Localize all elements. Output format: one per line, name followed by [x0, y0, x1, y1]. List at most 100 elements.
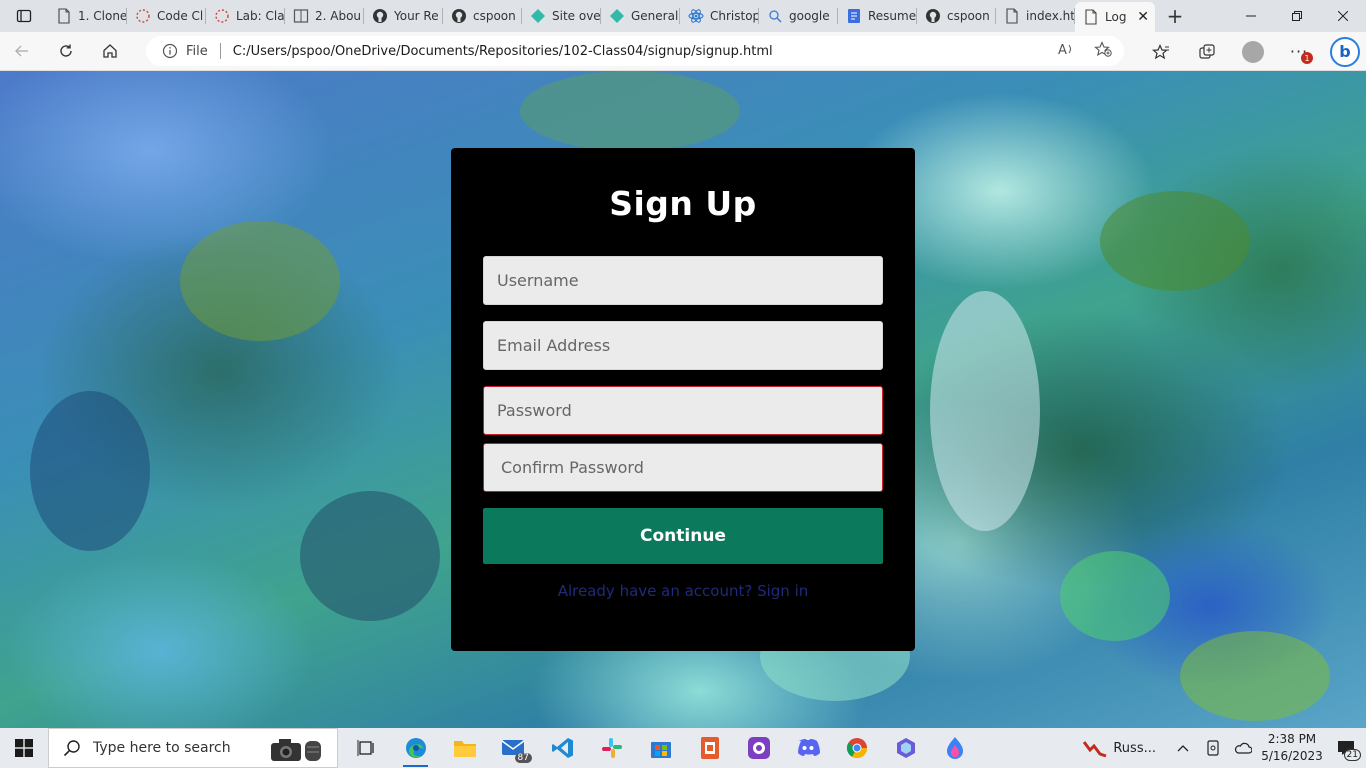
site-info-button[interactable]: File	[162, 43, 208, 59]
taskbar-mail[interactable]: 87	[489, 728, 538, 768]
star-plus-icon	[1094, 41, 1112, 57]
new-tab-button[interactable]: +	[1155, 0, 1195, 32]
start-button[interactable]	[0, 728, 48, 768]
tab-actions-button[interactable]	[0, 0, 48, 32]
url-scheme-label: File	[186, 43, 208, 59]
password-input[interactable]	[483, 386, 883, 435]
taskbar-app-flame[interactable]	[930, 728, 979, 768]
tab-label: google	[789, 9, 830, 23]
bing-chat-button[interactable]: b	[1322, 32, 1366, 71]
refresh-button[interactable]	[44, 32, 88, 71]
show-hidden-icons-button[interactable]	[1168, 728, 1198, 768]
notifications-button[interactable]: 21	[1326, 728, 1366, 768]
page-title: Sign Up	[609, 184, 757, 223]
taskbar-store[interactable]	[636, 728, 685, 768]
task-view-button[interactable]	[342, 728, 391, 768]
sign-in-link[interactable]: Already have an account? Sign in	[451, 582, 915, 600]
continue-button[interactable]: Continue	[483, 508, 883, 564]
page-icon	[1004, 8, 1020, 24]
taskbar-slack[interactable]	[587, 728, 636, 768]
page-icon	[1083, 9, 1099, 25]
settings-menu-button[interactable]: ··· 1	[1276, 32, 1322, 71]
browser-tab[interactable]: General	[601, 0, 680, 32]
taskbar-vscode[interactable]	[538, 728, 587, 768]
avatar	[1242, 40, 1264, 63]
browser-tab[interactable]: Christop	[680, 0, 759, 32]
browser-tab[interactable]: google	[759, 0, 838, 32]
github-icon	[925, 8, 941, 24]
taskbar-search[interactable]: Type here to search	[48, 728, 338, 768]
system-tray: Russ... 2:38 PM 5/16/2023 21	[1083, 728, 1366, 768]
browser-tab[interactable]: cspoon	[917, 0, 996, 32]
taskbar-github-desktop[interactable]	[734, 728, 783, 768]
restore-button[interactable]	[1274, 0, 1320, 32]
profile-button[interactable]	[1230, 32, 1276, 71]
read-aloud-button[interactable]: A	[1058, 41, 1076, 61]
taskbar-file-explorer[interactable]	[440, 728, 489, 768]
tab-active[interactable]: Log ✕	[1075, 2, 1155, 32]
browser-tab[interactable]: Resume	[838, 0, 917, 32]
address-bar[interactable]: File C:/Users/pspoo/OneDrive/Documents/R…	[146, 36, 1124, 66]
taskbar-app-hex[interactable]	[881, 728, 930, 768]
tab-label: Log	[1105, 10, 1127, 24]
clock[interactable]: 2:38 PM 5/16/2023	[1258, 731, 1326, 765]
collections-button[interactable]	[1184, 32, 1230, 71]
browser-tab[interactable]: Your Re	[364, 0, 443, 32]
restore-icon	[1292, 11, 1302, 21]
vscode-icon	[551, 738, 573, 758]
minimize-button[interactable]	[1228, 0, 1274, 32]
email-input[interactable]	[483, 321, 883, 370]
search-icon	[767, 8, 783, 24]
clock-time: 2:38 PM	[1267, 732, 1317, 746]
docs-icon	[846, 8, 862, 24]
search-placeholder: Type here to search	[93, 740, 231, 756]
close-icon	[1338, 11, 1348, 21]
browser-tab[interactable]: Code Cl	[127, 0, 206, 32]
add-favorite-button[interactable]	[1094, 41, 1112, 61]
page-icon	[56, 8, 72, 24]
folder-icon	[453, 741, 476, 757]
tab-label: Christop	[710, 9, 759, 23]
collections-icon	[1199, 43, 1215, 59]
tab-label: 2. Abou	[315, 9, 362, 23]
svg-text:A: A	[1058, 43, 1067, 57]
taskbar-discord[interactable]	[783, 728, 832, 768]
username-input[interactable]	[483, 256, 883, 305]
info-icon	[162, 43, 178, 59]
menu-badge: 1	[1301, 52, 1313, 64]
taskbar: Type here to search 87 Russ... 2:38 PM 5…	[0, 728, 1366, 768]
url-text[interactable]: C:/Users/pspoo/OneDrive/Documents/Reposi…	[233, 44, 773, 59]
confirm-password-input[interactable]	[483, 443, 883, 492]
store-icon	[650, 742, 671, 758]
flame-icon	[946, 737, 963, 759]
tab-list: 1. Clone Code Cl Lab: Cla 2. Abou Your Re csp…	[48, 0, 1155, 32]
tab-label: cspoon	[473, 9, 516, 23]
browser-tab[interactable]: cspoon	[443, 0, 522, 32]
taskbar-app-orange[interactable]	[685, 728, 734, 768]
mail-badge: 87	[514, 753, 532, 763]
notification-count: 21	[1343, 749, 1361, 761]
loading-icon	[135, 8, 151, 24]
browser-tab[interactable]: 2. Abou	[285, 0, 364, 32]
minimize-icon	[1246, 15, 1256, 17]
browser-tab[interactable]: 1. Clone	[48, 0, 127, 32]
netlify-icon	[609, 8, 625, 24]
github-desktop-icon	[747, 737, 770, 759]
weather-widget[interactable]: Russ...	[1083, 738, 1156, 758]
close-tab-icon[interactable]: ✕	[1137, 9, 1149, 25]
tray-app-button[interactable]	[1198, 728, 1228, 768]
back-button[interactable]	[0, 32, 44, 71]
browser-tab[interactable]: index.ht	[996, 0, 1075, 32]
browser-tab[interactable]: Lab: Cla	[206, 0, 285, 32]
close-window-button[interactable]	[1320, 0, 1366, 32]
favorites-button[interactable]	[1138, 32, 1184, 71]
page-viewport: Sign Up Continue Already have an account…	[0, 71, 1366, 728]
tab-label: cspoon	[947, 9, 990, 23]
onedrive-button[interactable]	[1228, 728, 1258, 768]
taskbar-edge[interactable]	[391, 728, 440, 768]
book-icon	[293, 8, 309, 24]
chrome-icon	[846, 738, 867, 759]
taskbar-chrome[interactable]	[832, 728, 881, 768]
browser-tab[interactable]: Site ove	[522, 0, 601, 32]
home-button[interactable]	[88, 32, 132, 71]
